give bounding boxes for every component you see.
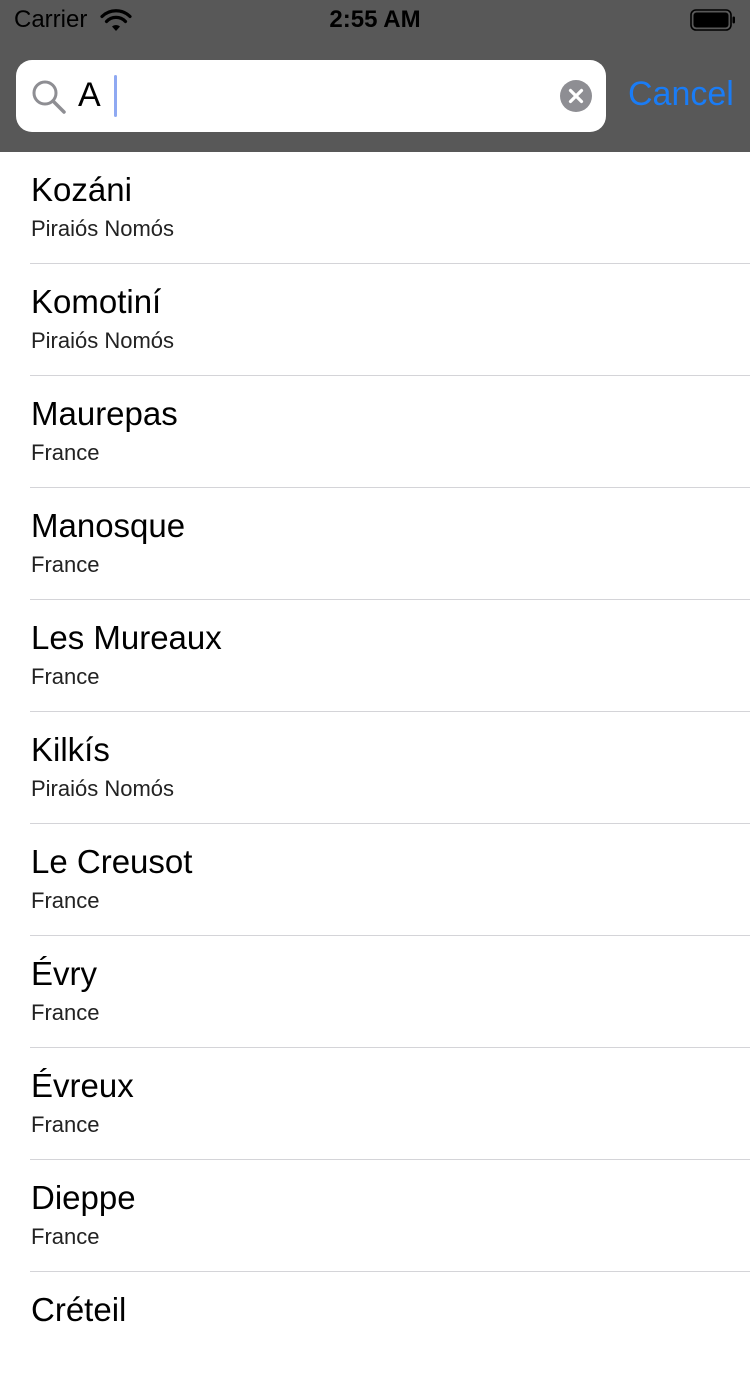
clear-icon[interactable] [560,80,592,112]
list-item[interactable]: Manosque France [0,488,750,600]
region-name: France [31,1000,100,1025]
region-name: France [31,552,100,577]
region-name: Piraiós Nomós [31,776,175,801]
list-item[interactable]: Maurepas France [0,376,750,488]
city-name: Maurepas [31,395,178,432]
results-list: Kozáni Piraiós Nomós Komotiní Piraiós No… [0,152,750,1384]
city-name: Le Creusot [31,843,193,880]
search-header: Carrier 2:55 AM A Cancel [0,0,750,152]
region-name: Piraiós Nomós [31,328,175,353]
city-name: Évry [31,955,97,992]
list-item[interactable]: Le Creusot France [0,824,750,936]
region-name: France [31,1112,100,1137]
list-item[interactable]: Créteil [0,1272,750,1384]
city-name: Komotiní [31,283,162,320]
region-name: France [31,1224,100,1249]
search-icon [32,80,66,114]
list-item[interactable]: Les Mureaux France [0,600,750,712]
list-item[interactable]: Évreux France [0,1048,750,1160]
city-name: Kilkís [31,731,110,768]
status-time: 2:55 AM [329,6,421,33]
region-name: Piraiós Nomós [31,216,175,241]
city-name: Dieppe [31,1179,136,1216]
list-item[interactable]: Kilkís Piraiós Nomós [0,712,750,824]
city-name: Créteil [31,1291,127,1328]
region-name: France [31,888,100,913]
region-name: France [31,664,100,689]
city-name: Évreux [31,1067,134,1104]
list-item[interactable]: Kozáni Piraiós Nomós [0,152,750,264]
search-input[interactable]: A [78,75,101,115]
list-item[interactable]: Dieppe France [0,1160,750,1272]
city-name: Les Mureaux [31,619,222,656]
status-bar: Carrier 2:55 AM [0,0,750,40]
list-item[interactable]: Évry France [0,936,750,1048]
text-cursor [114,75,117,117]
search-field[interactable]: A [16,60,606,132]
city-name: Manosque [31,507,186,544]
region-name: France [31,440,100,465]
battery-icon [690,9,735,31]
cancel-button[interactable]: Cancel [628,74,734,114]
list-item[interactable]: Komotiní Piraiós Nomós [0,264,750,376]
city-name: Kozáni [31,171,132,208]
